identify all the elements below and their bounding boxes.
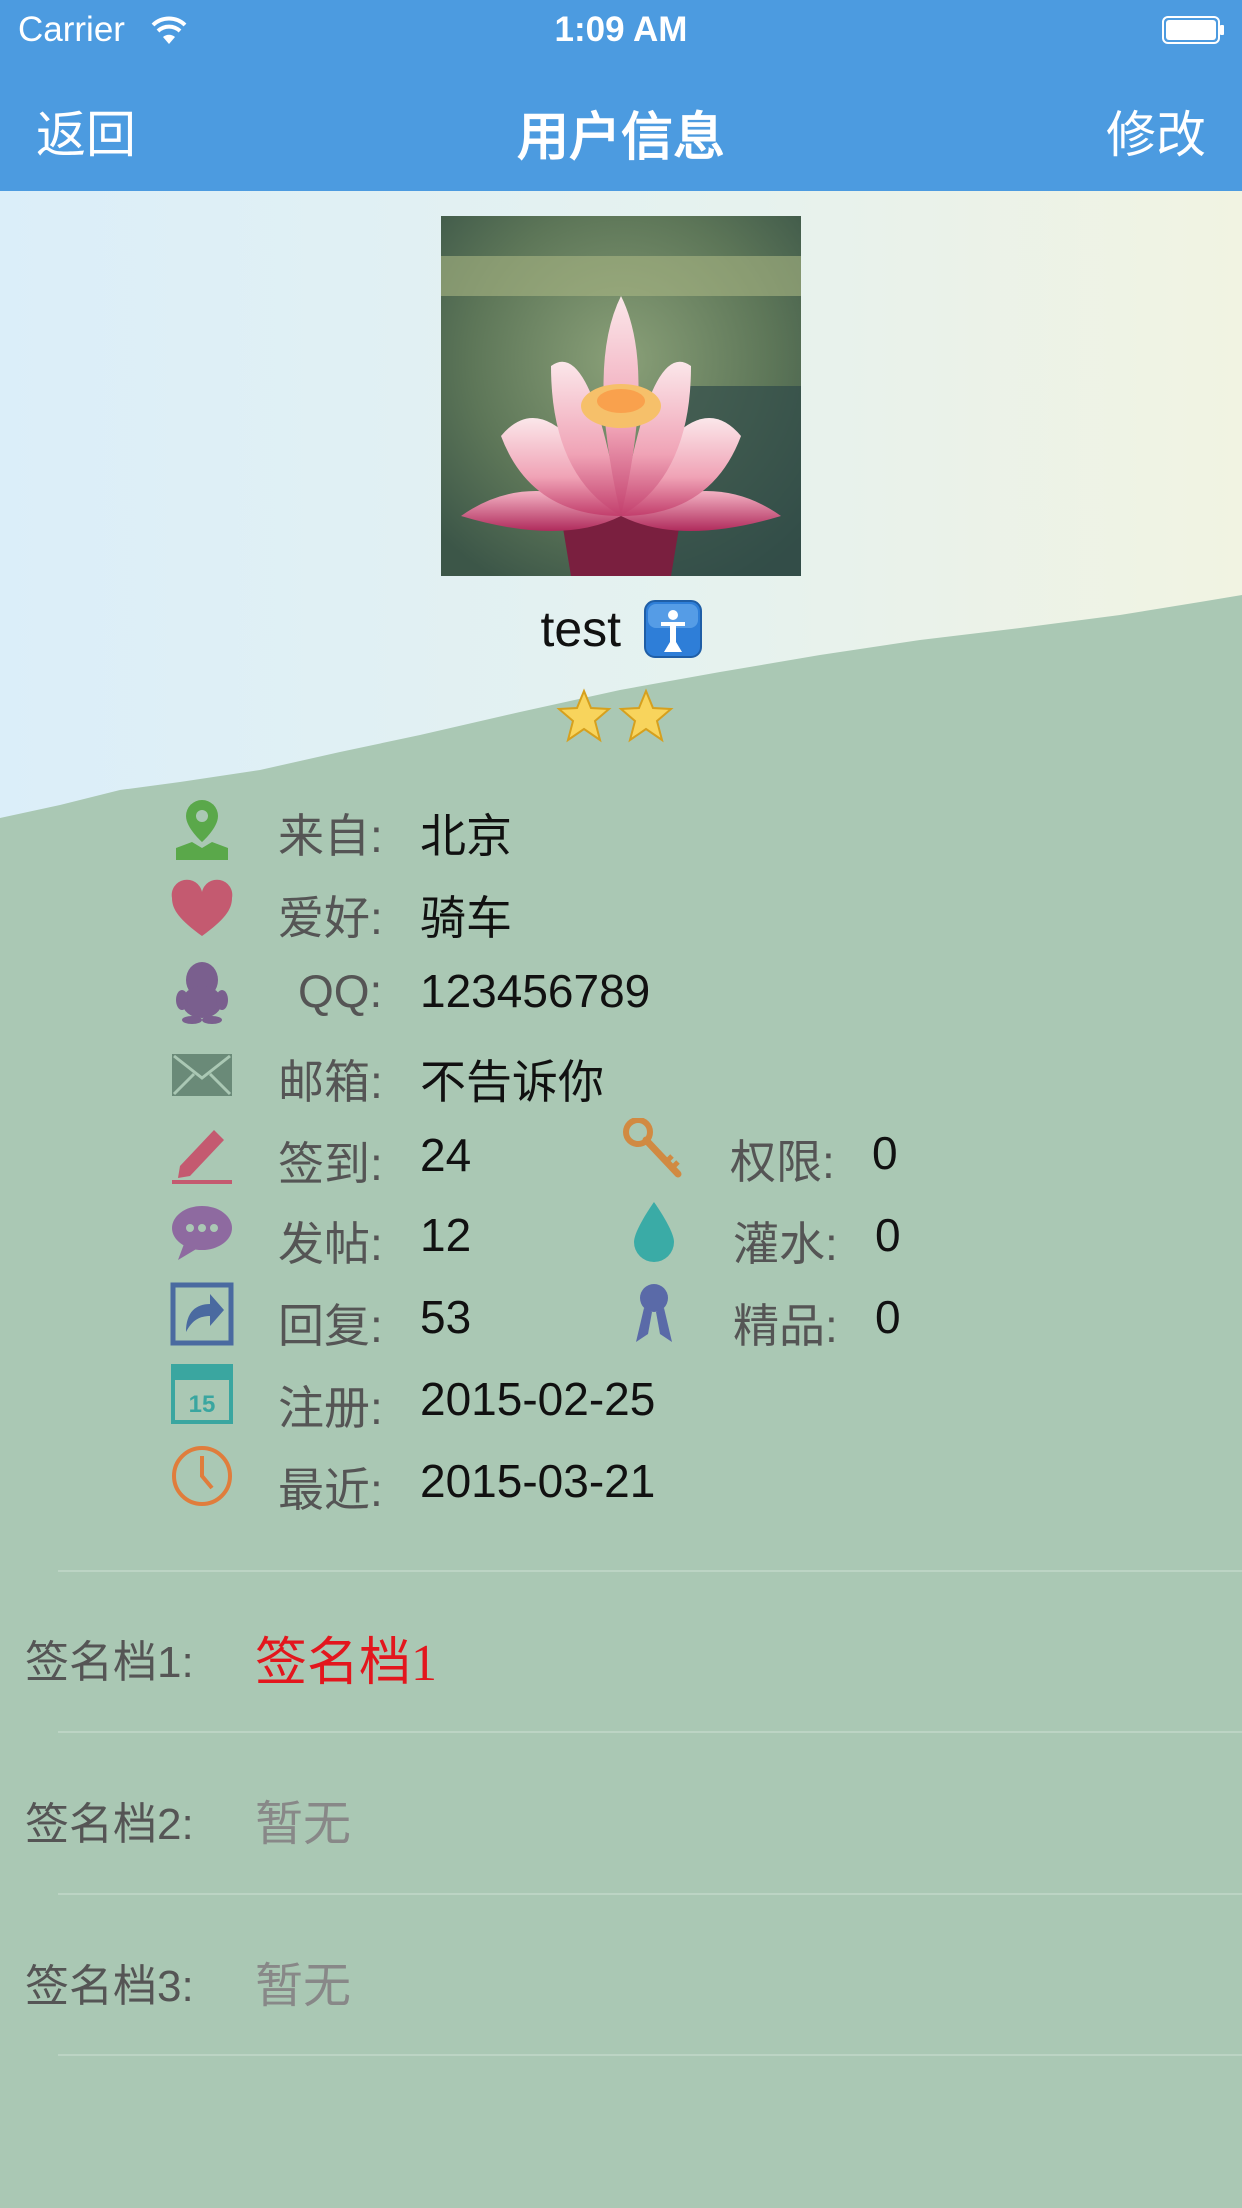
checkin-label: 签到: — [278, 1138, 383, 1190]
page-title: 用户信息 — [516, 109, 725, 167]
avatar[interactable] — [441, 216, 801, 576]
location-icon — [176, 800, 228, 860]
divider — [58, 1570, 1242, 1572]
register-label: 注册: — [278, 1382, 383, 1434]
reply-icon — [170, 1282, 234, 1346]
star-icon — [618, 688, 674, 743]
permission-value: 0 — [872, 1127, 898, 1179]
mail-icon — [172, 1054, 232, 1096]
chat-bubble-icon — [172, 1206, 232, 1260]
signature1-label: 签名档1: — [25, 1638, 194, 1687]
ribbon-icon — [636, 1284, 672, 1342]
status-time: 1:09 AM — [554, 10, 688, 49]
signature1-value: 签名档1 — [255, 1635, 438, 1692]
key-icon — [623, 1118, 682, 1178]
from-value: 北京 — [420, 810, 512, 862]
register-value: 2015-02-25 — [420, 1373, 656, 1425]
qq-penguin-icon — [176, 962, 228, 1024]
hobby-value: 骑车 — [420, 892, 512, 944]
replies-label: 回复: — [278, 1300, 383, 1352]
water-label: 灌水: — [733, 1218, 838, 1270]
hobby-label: 爱好: — [278, 892, 383, 944]
elite-label: 精品: — [733, 1300, 838, 1352]
email-label: 邮箱: — [278, 1056, 383, 1108]
water-value: 0 — [875, 1209, 901, 1261]
checkin-value: 24 — [420, 1129, 472, 1181]
username-row: test — [0, 600, 1242, 658]
qq-value: 123456789 — [420, 965, 651, 1017]
edit-button[interactable]: 修改 — [1106, 95, 1206, 167]
username: test — [540, 601, 622, 657]
signature2-value: 暂无 — [255, 1798, 352, 1851]
permission-label: 权限: — [730, 1136, 835, 1188]
heart-icon — [171, 879, 233, 936]
back-button[interactable]: 返回 — [36, 95, 136, 167]
svg-text:15: 15 — [189, 1391, 216, 1418]
battery-icon — [1162, 16, 1224, 44]
divider — [58, 2054, 1242, 2056]
recent-label: 最近: — [278, 1464, 383, 1516]
rating-stars — [556, 688, 680, 749]
posts-label: 发帖: — [278, 1218, 383, 1270]
status-bar: Carrier 1:09 AM — [0, 0, 1242, 62]
star-icon — [556, 688, 612, 743]
divider — [58, 1731, 1242, 1733]
clock-icon — [172, 1446, 232, 1506]
signature2-label: 签名档2: — [25, 1800, 194, 1849]
info-icon[interactable] — [643, 600, 702, 658]
elite-value: 0 — [875, 1291, 901, 1343]
divider — [58, 1893, 1242, 1895]
from-label: 来自: — [278, 810, 383, 862]
calendar-icon: 15 — [171, 1364, 233, 1424]
posts-value: 12 — [420, 1209, 472, 1261]
navigation-bar: Carrier 1:09 AM 返回 用户信息 修改 — [0, 0, 1242, 191]
signature3-label: 签名档3: — [25, 1962, 194, 2011]
replies-value: 53 — [420, 1291, 472, 1343]
recent-value: 2015-03-21 — [420, 1455, 656, 1507]
water-drop-icon — [634, 1202, 674, 1262]
signature3-value: 暂无 — [255, 1960, 352, 2013]
pen-icon — [172, 1130, 232, 1184]
qq-label: QQ: — [298, 965, 383, 1017]
email-value: 不告诉你 — [420, 1056, 604, 1108]
